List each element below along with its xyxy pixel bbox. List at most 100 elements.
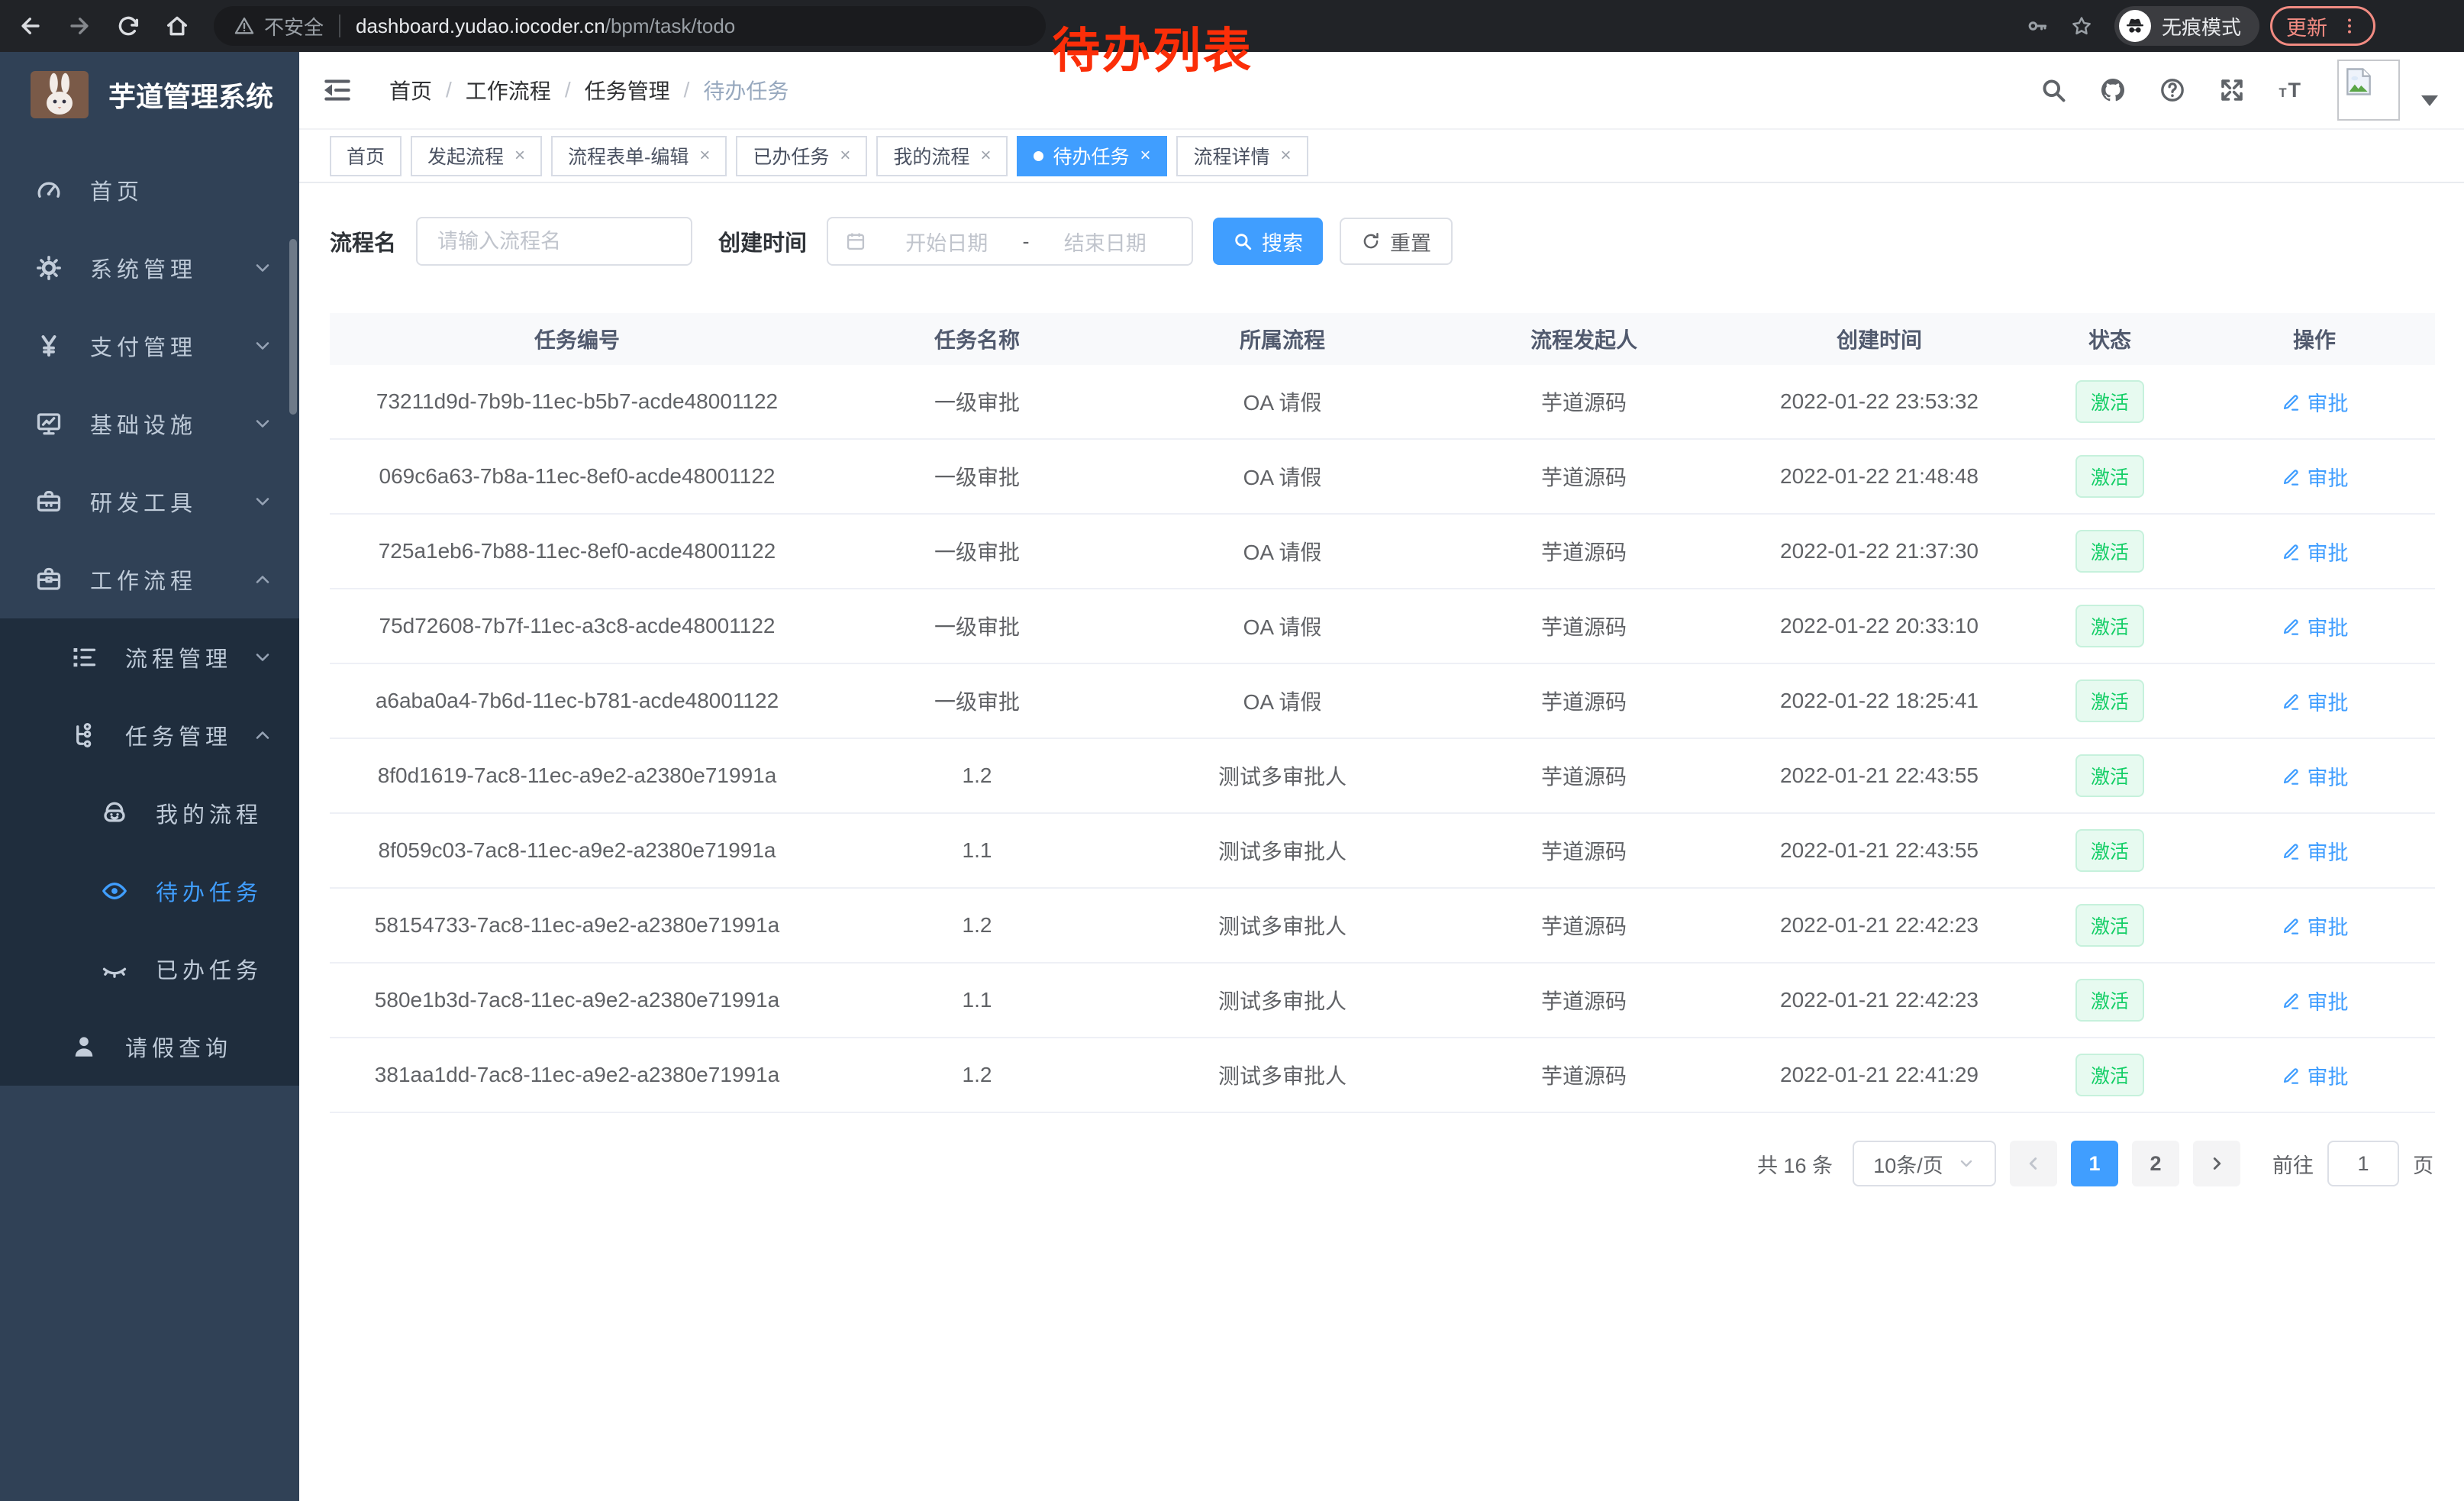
- app-logo-row[interactable]: 芋道管理系统: [0, 52, 299, 137]
- chevron-down-icon: [252, 335, 273, 357]
- forward-icon[interactable]: [61, 8, 98, 44]
- help-icon[interactable]: [2159, 76, 2186, 104]
- table-row: 58154733-7ac8-11ec-a9e2-a2380e71991a1.2测…: [330, 889, 2435, 964]
- create-time: 2022-01-21 22:42:23: [1733, 988, 2026, 1012]
- tab-发起流程[interactable]: 发起流程×: [411, 136, 542, 176]
- approve-link[interactable]: 审批: [2281, 761, 2349, 791]
- password-key-icon[interactable]: [2026, 15, 2049, 37]
- status-badge: 激活: [2075, 904, 2144, 947]
- security-warning-icon[interactable]: [234, 15, 255, 37]
- avatar-broken-image[interactable]: [2337, 60, 2400, 121]
- sidebar-item-label: 流程管理: [125, 641, 232, 673]
- close-icon[interactable]: ×: [699, 145, 710, 166]
- tab-已办任务[interactable]: 已办任务×: [736, 136, 867, 176]
- close-icon[interactable]: ×: [1281, 145, 1292, 166]
- process-starter: 芋道源码: [1435, 985, 1733, 1015]
- breadcrumb-workflow[interactable]: 工作流程: [466, 75, 551, 105]
- url-path: /bpm/task/todo: [605, 15, 736, 38]
- task-name: 1.2: [824, 1063, 1130, 1087]
- github-icon[interactable]: [2099, 76, 2127, 104]
- chevron-down-icon: [252, 257, 273, 279]
- sidebar-item-dev-tools[interactable]: 研发工具: [0, 463, 299, 541]
- task-id: 8f059c03-7ac8-11ec-a9e2-a2380e71991a: [330, 838, 824, 863]
- close-icon[interactable]: ×: [980, 145, 991, 166]
- sidebar-item-workflow[interactable]: 工作流程: [0, 541, 299, 618]
- prev-page-button[interactable]: [2010, 1141, 2057, 1186]
- omnibox-divider: [339, 15, 340, 37]
- approve-link[interactable]: 审批: [2281, 462, 2349, 492]
- create-time: 2022-01-22 23:53:32: [1733, 389, 2026, 414]
- avatar-caret-icon[interactable]: [2421, 95, 2438, 106]
- back-icon[interactable]: [12, 8, 49, 44]
- goto-page-input[interactable]: [2327, 1141, 2399, 1186]
- breadcrumb-home[interactable]: 首页: [389, 75, 432, 105]
- sidebar-collapse-icon[interactable]: [322, 75, 353, 105]
- process-starter: 芋道源码: [1435, 910, 1733, 941]
- sidebar-scrollbar[interactable]: [289, 239, 297, 415]
- approve-link[interactable]: 审批: [2281, 986, 2349, 1015]
- update-label: 更新: [2286, 11, 2327, 41]
- tab-流程表单-编辑[interactable]: 流程表单-编辑 ×: [551, 136, 727, 176]
- task-name: 一级审批: [824, 611, 1130, 641]
- pencil-icon: [2281, 691, 2301, 712]
- todo-task-table: 任务编号任务名称所属流程流程发起人创建时间状态操作 73211d9d-7b9b-…: [330, 313, 2435, 1113]
- sidebar-item-label: 待办任务: [156, 875, 263, 907]
- sidebar-item-my-process[interactable]: 我的流程: [0, 774, 299, 852]
- sidebar-item-process-management[interactable]: 流程管理: [0, 618, 299, 696]
- tab-label: 流程表单-编辑: [568, 142, 689, 169]
- close-icon[interactable]: ×: [840, 145, 850, 166]
- approve-link[interactable]: 审批: [2281, 537, 2349, 567]
- sidebar-item-done-tasks[interactable]: 已办任务: [0, 930, 299, 1008]
- sidebar-item-leave-query[interactable]: 请假查询: [0, 1008, 299, 1086]
- page-button-2[interactable]: 2: [2132, 1141, 2179, 1186]
- approve-link[interactable]: 审批: [2281, 387, 2349, 417]
- font-size-icon[interactable]: TT: [2278, 76, 2305, 104]
- process-name-input[interactable]: [416, 217, 692, 266]
- chevron-down-icon: [252, 647, 273, 668]
- tab-我的流程[interactable]: 我的流程×: [876, 136, 1008, 176]
- search-icon[interactable]: [2040, 76, 2067, 104]
- bookmark-star-icon[interactable]: [2070, 15, 2093, 37]
- create-time: 2022-01-21 22:42:23: [1733, 913, 2026, 938]
- sidebar-item-payment-management[interactable]: 支付管理: [0, 307, 299, 385]
- reset-button[interactable]: 重置: [1340, 218, 1453, 265]
- page-button-1[interactable]: 1: [2071, 1141, 2118, 1186]
- sidebar-item-label: 我的流程: [156, 797, 263, 829]
- search-button[interactable]: 搜索: [1213, 218, 1323, 265]
- pencil-icon: [2281, 466, 2301, 487]
- date-range-picker[interactable]: 开始日期 - 结束日期: [827, 217, 1193, 266]
- table-row: 725a1eb6-7b88-11ec-8ef0-acde48001122一级审批…: [330, 515, 2435, 589]
- process-starter: 芋道源码: [1435, 386, 1733, 417]
- tab-流程详情[interactable]: 流程详情×: [1176, 136, 1308, 176]
- address-bar[interactable]: 不安全 dashboard.yudao.iocoder.cn/bpm/task/…: [214, 6, 1046, 46]
- pencil-icon: [2281, 616, 2301, 637]
- sidebar-item-home[interactable]: 首页: [0, 151, 299, 229]
- tab-首页[interactable]: 首页: [330, 136, 402, 176]
- approve-link[interactable]: 审批: [2281, 612, 2349, 641]
- toolbox-icon: [32, 488, 66, 515]
- process-name: 测试多审批人: [1130, 760, 1435, 791]
- sidebar-item-label: 基础设施: [90, 408, 197, 440]
- yen-icon: [32, 332, 66, 360]
- approve-link[interactable]: 审批: [2281, 1060, 2349, 1090]
- update-button[interactable]: 更新: [2270, 6, 2375, 46]
- fullscreen-icon[interactable]: [2218, 76, 2246, 104]
- page-size-select[interactable]: 10条/页: [1853, 1141, 1996, 1186]
- process-name: OA 请假: [1130, 686, 1435, 716]
- approve-link[interactable]: 审批: [2281, 911, 2349, 941]
- breadcrumb-task-management[interactable]: 任务管理: [585, 75, 670, 105]
- task-name: 1.1: [824, 988, 1130, 1012]
- sidebar-item-system-management[interactable]: 系统管理: [0, 229, 299, 307]
- approve-link[interactable]: 审批: [2281, 686, 2349, 716]
- sidebar-item-infrastructure[interactable]: 基础设施: [0, 385, 299, 463]
- approve-link[interactable]: 审批: [2281, 836, 2349, 866]
- tab-待办任务[interactable]: 待办任务×: [1017, 136, 1167, 176]
- close-icon[interactable]: ×: [514, 145, 525, 166]
- sidebar-item-task-management[interactable]: 任务管理: [0, 696, 299, 774]
- reload-icon[interactable]: [110, 8, 147, 44]
- close-icon[interactable]: ×: [1140, 145, 1150, 166]
- sidebar-item-todo-tasks[interactable]: 待办任务: [0, 852, 299, 930]
- home-icon[interactable]: [159, 8, 195, 44]
- annotation-overlay: 待办列表: [1052, 12, 1253, 82]
- next-page-button[interactable]: [2193, 1141, 2240, 1186]
